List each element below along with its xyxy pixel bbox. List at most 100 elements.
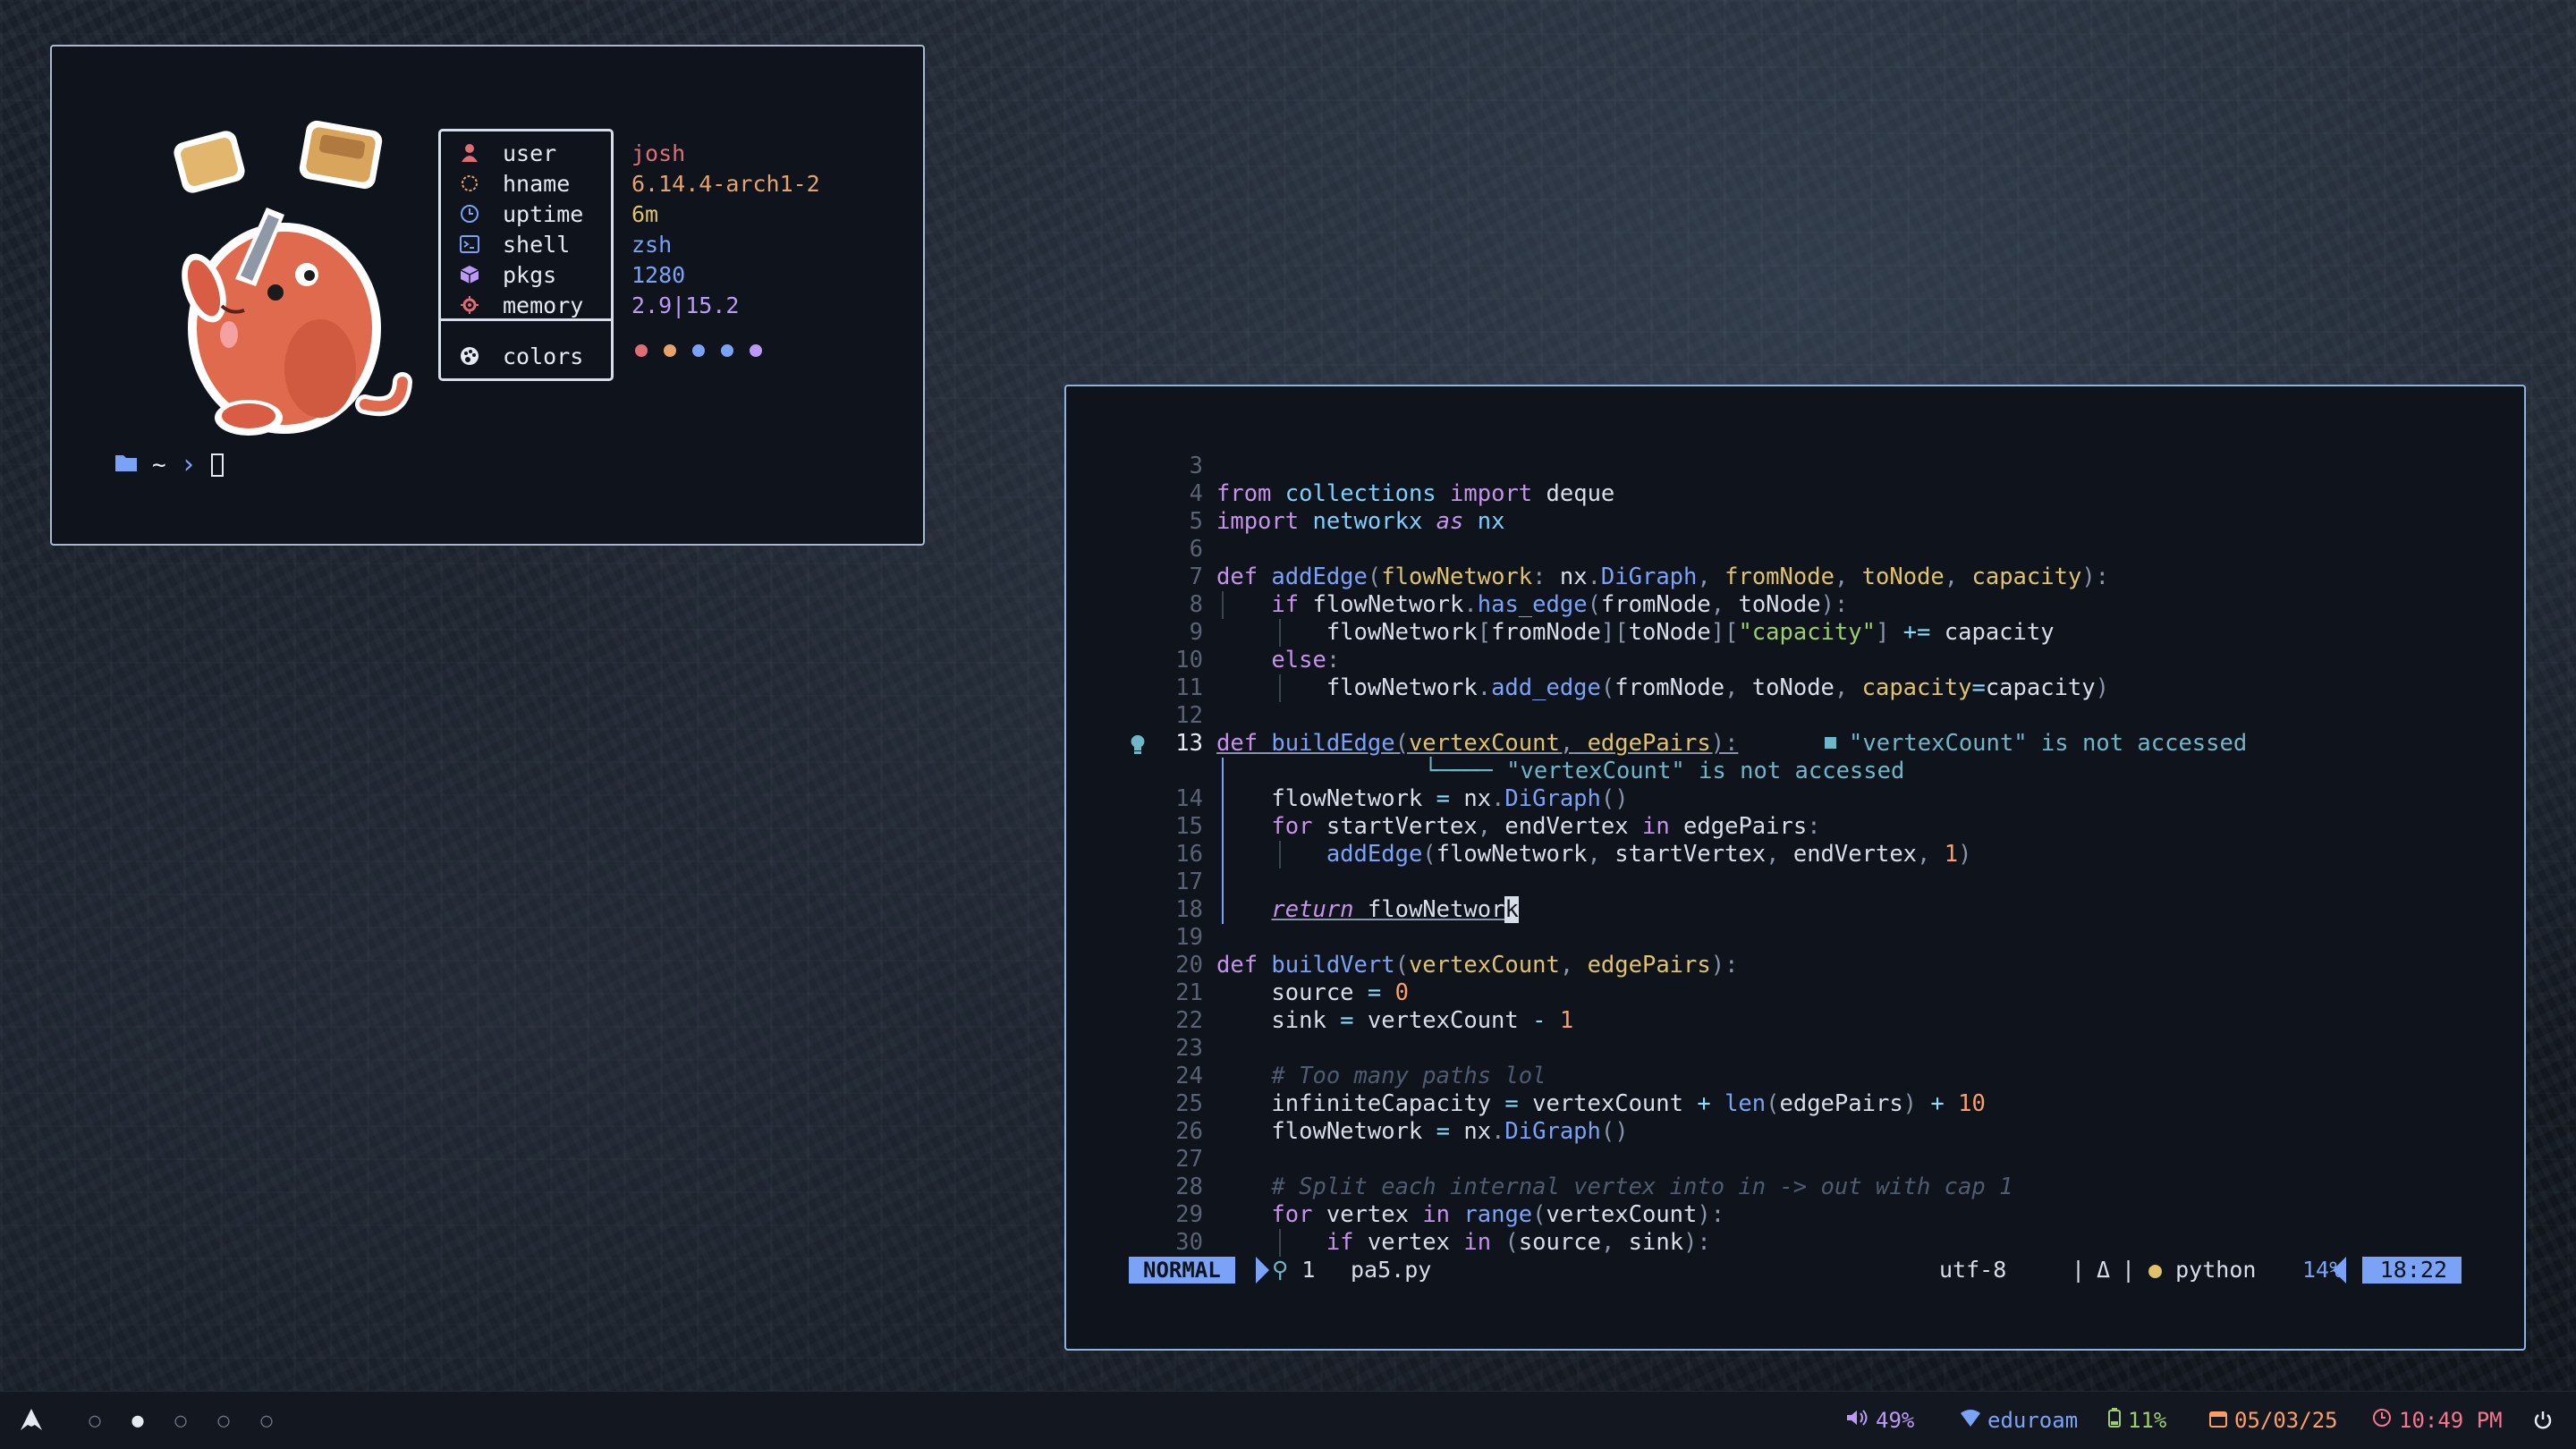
package-icon [456, 265, 483, 284]
line-number: 12 [1175, 702, 1203, 729]
code-line[interactable]: 6 [1066, 536, 2524, 564]
workspace-3-indicator[interactable]: ○ [159, 1410, 202, 1432]
code-line[interactable]: 17 [1066, 869, 2524, 896]
line-number: 30 [1175, 1229, 1203, 1256]
code-line[interactable]: 14 flowNetwork = nx.DiGraph() [1066, 785, 2524, 813]
time-value: 10:49 PM [2399, 1408, 2503, 1433]
code-text: if vertex in (source, sink): [1326, 1229, 1711, 1256]
mode-indicator: NORMAL [1129, 1257, 1235, 1284]
code-line[interactable]: 19 [1066, 924, 2524, 952]
line-number: 22 [1175, 1007, 1203, 1034]
code-line[interactable]: 24 # Too many paths lol [1066, 1063, 2524, 1090]
code-text: flowNetwork = nx.DiGraph() [1216, 1118, 1629, 1145]
clock-icon [2372, 1406, 2392, 1435]
clock-icon [456, 204, 483, 224]
code-text: else: [1271, 647, 1341, 674]
wifi-widget[interactable]: eduroam [1961, 1406, 2078, 1435]
line-number: 17 [1175, 869, 1203, 895]
fetch-row-shell: shell [456, 231, 570, 258]
code-line[interactable]: 30 if vertex in (source, sink): [1066, 1229, 2524, 1257]
diagnostic-count: ⚲ 1 [1272, 1257, 1315, 1284]
code-text: # Too many paths lol [1271, 1063, 1546, 1089]
code-line[interactable]: 27 [1066, 1146, 2524, 1174]
code-text: def buildVert(vertexCount, edgePairs): [1216, 952, 1739, 979]
line-number: 24 [1175, 1063, 1203, 1089]
chevron-right-icon: › [180, 449, 197, 480]
fetch-row-memory: memory [456, 292, 583, 318]
prompt-path: ~ [152, 451, 166, 479]
code-line[interactable]: 10 else: [1066, 647, 2524, 674]
workspace-indicators: ○ ● ○ ○ ○ [73, 1392, 288, 1449]
volume-widget[interactable]: 49% [1845, 1406, 1914, 1435]
indent-guide [1279, 841, 1281, 869]
virtual-line[interactable]: └──── "vertexCount" is not accessed [1066, 758, 2524, 785]
line-number: 20 [1175, 952, 1203, 979]
python-icon: ● [2148, 1257, 2163, 1283]
fetch-label: hname [503, 170, 571, 197]
code-line[interactable]: 23 [1066, 1035, 2524, 1063]
fetch-terminal-window[interactable]: user josh hname 6.14.4-arch1-2 uptime 6m shell… [50, 45, 925, 546]
inline-diagnostic-text: "vertexCount" is not accessed [1849, 730, 2248, 757]
code-line[interactable]: 21 source = 0 [1066, 979, 2524, 1007]
code-line[interactable]: 15 for startVertex, endVertex in edgePai… [1066, 813, 2524, 841]
code-line[interactable]: 29 for vertex in range(vertexCount): [1066, 1201, 2524, 1229]
code-line[interactable]: 20 def buildVert(vertexCount, edgePairs): [1066, 952, 2524, 979]
line-number: 9 [1189, 619, 1203, 646]
fetch-label: shell [503, 231, 571, 258]
color-palette-dots [635, 344, 762, 357]
workspace-5-indicator[interactable]: ○ [245, 1410, 288, 1432]
fetch-label: memory [503, 292, 584, 318]
clock-widget[interactable]: 10:49 PM [2372, 1406, 2503, 1435]
code-line[interactable]: 26 flowNetwork = nx.DiGraph() [1066, 1118, 2524, 1146]
code-text: flowNetwork.add_edge(fromNode, toNode, c… [1216, 674, 2109, 701]
indent-guide [1222, 591, 1224, 619]
line-number: 10 [1175, 647, 1203, 674]
colors-label: colors [503, 343, 584, 369]
code-line[interactable]: 16 addEdge(flowNetwork, startVertex, end… [1066, 841, 2524, 869]
git-delta-icon: Δ [2097, 1257, 2111, 1283]
fetch-row-pkgs: pkgs [456, 261, 556, 288]
indent-guide [1222, 758, 1224, 924]
code-line[interactable]: 5 import networkx as nx [1066, 508, 2524, 536]
diagnostic-below-text: "vertexCount" is not accessed [1506, 758, 1905, 784]
wifi-ssid: eduroam [1987, 1408, 2079, 1433]
color-dot [692, 344, 705, 357]
diagnostic-virtual-text: └──── "vertexCount" is not accessed [1424, 758, 1905, 784]
fetch-label: pkgs [503, 261, 557, 288]
line-number: 6 [1189, 536, 1203, 563]
lightbulb-icon[interactable] [1129, 733, 1147, 757]
code-line[interactable]: 18 return flowNetwork [1066, 896, 2524, 924]
line-number: 11 [1175, 674, 1203, 701]
inline-diagnostic: "vertexCount" is not accessed [1825, 730, 2247, 758]
mode-arrow [1256, 1257, 1269, 1284]
date-widget[interactable]: 05/03/25 [2209, 1406, 2338, 1435]
workspace-1-indicator[interactable]: ○ [73, 1410, 116, 1432]
code-line[interactable]: 28 # Split each internal vertex into in … [1066, 1174, 2524, 1201]
filetype: ● python [2148, 1257, 2256, 1284]
arch-logo-icon[interactable] [20, 1408, 43, 1431]
neovim-editor-window[interactable]: 3 4 from collections import deque 5 import n… [1064, 385, 2526, 1351]
workspace-2-indicator[interactable]: ● [116, 1410, 159, 1432]
code-line[interactable]: 25 infiniteCapacity = vertexCount + len(… [1066, 1090, 2524, 1118]
code-line[interactable]: 8 if flowNetwork.has_edge(fromNode, toNo… [1066, 591, 2524, 619]
code-text: def buildEdge(vertexCount, edgePairs): [1216, 730, 1739, 757]
battery-widget[interactable]: 11% [2108, 1406, 2166, 1435]
power-icon[interactable] [2533, 1406, 2553, 1435]
shell-prompt[interactable]: ~ › [114, 449, 224, 480]
code-line[interactable]: 4 from collections import deque [1066, 480, 2524, 508]
fetch-value-memory: 2.9|15.2 [631, 292, 740, 318]
code-line[interactable]: 7 def addEdge(flowNetwork: nx.DiGraph, fr… [1066, 564, 2524, 591]
code-line[interactable]: 9 flowNetwork[fromNode][toNode]["capacit… [1066, 619, 2524, 647]
code-line[interactable]: 13 def buildEdge(vertexCount, edgePairs):… [1066, 730, 2524, 758]
code-line[interactable]: 12 [1066, 702, 2524, 730]
volume-level: 49% [1876, 1408, 1915, 1433]
indent-guide [1279, 674, 1281, 702]
indent-guide [1279, 619, 1281, 647]
calendar-icon [2209, 1406, 2227, 1435]
code-line[interactable]: 11 flowNetwork.add_edge(fromNode, toNode… [1066, 674, 2524, 702]
fetch-row-hname: hname [456, 170, 570, 197]
workspace-4-indicator[interactable]: ○ [202, 1410, 245, 1432]
code-line[interactable]: 3 [1066, 453, 2524, 480]
terminal-icon [456, 234, 483, 254]
code-line[interactable]: 22 sink = vertexCount - 1 [1066, 1007, 2524, 1035]
